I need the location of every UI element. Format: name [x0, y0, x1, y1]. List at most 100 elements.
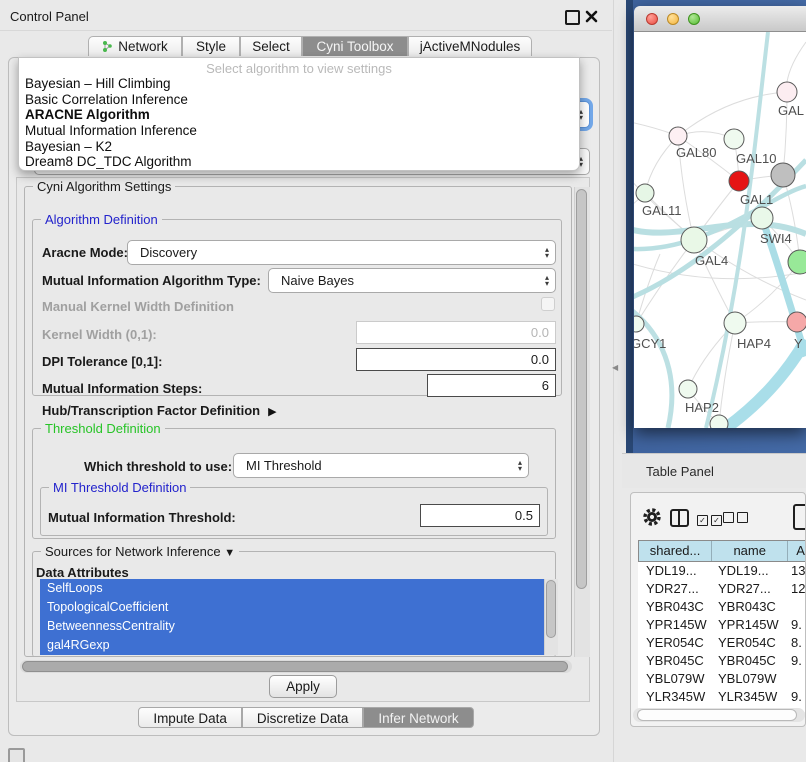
column-header-partial[interactable]: A — [788, 541, 806, 561]
node-bottom[interactable] — [710, 415, 728, 428]
settings-vertical-scrollbar[interactable] — [574, 187, 590, 657]
tab-infer-network[interactable]: Infer Network — [363, 707, 473, 728]
combo-arrows-icon: ▴▾ — [545, 275, 549, 287]
column-header-shared-name[interactable]: shared... — [639, 541, 712, 561]
table-row[interactable]: YPR145WYPR145W9. — [638, 616, 806, 634]
table-panel-title: Table Panel — [646, 464, 714, 479]
list-scrollbar[interactable] — [544, 579, 558, 655]
node-HAP2[interactable] — [679, 380, 697, 398]
tab-impute-data[interactable]: Impute Data — [138, 707, 242, 728]
node-SWI4[interactable] — [751, 207, 773, 229]
table-row[interactable]: YBR045CYBR045C9. — [638, 652, 806, 670]
settings-horizontal-scrollbar[interactable] — [20, 660, 572, 673]
settings-gear-icon[interactable] — [642, 507, 662, 530]
group-title: Algorithm Definition — [41, 212, 162, 227]
algorithm-option-selected[interactable]: ARACNE Algorithm — [23, 107, 575, 122]
panel-divider — [613, 0, 614, 762]
float-window-icon[interactable] — [565, 10, 580, 25]
kernel-width-field[interactable]: 0.0 — [356, 321, 556, 344]
attribute-item[interactable]: BetweennessCentrality — [40, 617, 544, 636]
close-traffic-light-icon[interactable] — [646, 13, 658, 25]
table-horizontal-scrollbar[interactable] — [633, 708, 805, 722]
algorithm-option[interactable]: Bayesian – K2 — [23, 139, 575, 154]
node-gray[interactable] — [771, 163, 795, 187]
table-row[interactable]: YBR043CYBR043C — [638, 598, 806, 616]
columns-icon[interactable] — [670, 509, 689, 527]
cyni-bottom-tabs: Impute Data Discretize Data Infer Networ… — [0, 707, 612, 730]
attribute-item[interactable]: SelfLoops — [40, 579, 544, 598]
mi-threshold-label: Mutual Information Threshold: — [48, 510, 236, 525]
attribute-item[interactable]: TopologicalCoefficient — [40, 598, 544, 617]
attribute-item[interactable]: gal4RGexp — [40, 636, 544, 655]
node-Y[interactable] — [787, 312, 806, 332]
tab-cyni-toolbox[interactable]: Cyni Toolbox — [302, 36, 408, 56]
zoom-traffic-light-icon[interactable] — [688, 13, 700, 25]
group-title: Threshold Definition — [41, 421, 165, 436]
data-attributes-label: Data Attributes — [36, 565, 129, 580]
apply-button[interactable]: Apply — [269, 675, 337, 698]
table-row[interactable]: YBL079WYBL079W — [638, 670, 806, 688]
kernel-width-label: Kernel Width (0,1): — [42, 327, 157, 342]
node-green[interactable] — [788, 250, 806, 274]
table-row[interactable]: YDL19...YDL19...13 — [638, 562, 806, 580]
network-window-titlebar[interactable] — [634, 6, 806, 32]
table-row[interactable]: YLR345WYLR345W9. — [638, 688, 806, 706]
algorithm-option[interactable]: Mutual Information Inference — [23, 123, 575, 138]
dpi-tolerance-label: DPI Tolerance [0,1]: — [42, 354, 162, 369]
table-row[interactable]: YER054CYER054C8. — [638, 634, 806, 652]
select-all-checkboxes-icon[interactable]: ✓✓ — [697, 511, 725, 526]
node-GAL11[interactable] — [636, 184, 654, 202]
table-document-icon[interactable] — [793, 504, 806, 530]
svg-text:GAL10: GAL10 — [736, 151, 776, 166]
mi-type-combo[interactable]: Naive Bayes ▴▾ — [268, 268, 556, 293]
control-panel-tabs: Network Style Select Cyni Toolbox jActiv… — [0, 36, 612, 58]
svg-text:GCY1: GCY1 — [634, 336, 666, 351]
node-GAL80[interactable] — [669, 127, 687, 145]
column-header-name[interactable]: name — [712, 541, 788, 561]
svg-text:GAL11: GAL11 — [642, 203, 682, 218]
group-title: Cyni Algorithm Settings — [33, 179, 175, 194]
node-HAP4[interactable] — [724, 312, 746, 334]
svg-text:GAL80: GAL80 — [676, 145, 716, 160]
which-threshold-combo[interactable]: MI Threshold ▴▾ — [233, 453, 529, 478]
deselect-all-checkboxes-icon[interactable] — [723, 511, 751, 526]
node-GAL10[interactable] — [724, 129, 744, 149]
data-attributes-list: SelfLoops TopologicalCoefficient Between… — [40, 579, 544, 655]
table-row[interactable]: YDR27...YDR27...12 — [638, 580, 806, 598]
minimize-traffic-light-icon[interactable] — [667, 13, 679, 25]
node-GAL1[interactable] — [729, 171, 749, 191]
mi-threshold-field[interactable]: 0.5 — [420, 504, 540, 527]
algorithm-option[interactable]: Basic Correlation Inference — [23, 92, 575, 107]
table-panel-header: Table Panel — [622, 453, 806, 488]
dpi-tolerance-field[interactable]: 0.0 — [356, 348, 556, 371]
which-threshold-label: Which threshold to use: — [84, 459, 232, 474]
tab-style[interactable]: Style — [182, 36, 240, 56]
aracne-mode-combo[interactable]: Discovery ▴▾ — [127, 240, 556, 265]
tab-jactivemnodules[interactable]: jActiveMNodules — [408, 36, 532, 56]
combo-arrows-icon: ▴▾ — [545, 247, 549, 259]
collapse-down-icon[interactable]: ▼ — [224, 547, 235, 559]
svg-text:HAP4: HAP4 — [737, 336, 771, 351]
network-window: GAL80 GAL10 GAL1 GAL11 SWI4 GAL4 GAL GCY… — [634, 6, 806, 428]
tab-select[interactable]: Select — [240, 36, 302, 56]
svg-text:SWI4: SWI4 — [760, 231, 792, 246]
network-canvas[interactable]: GAL80 GAL10 GAL1 GAL11 SWI4 GAL4 GAL GCY… — [634, 32, 806, 428]
divider-collapse-icon[interactable]: ◀ — [612, 363, 618, 372]
node-GAL-top[interactable] — [777, 82, 797, 102]
algorithm-option[interactable]: Bayesian – Hill Climbing — [23, 76, 575, 91]
svg-text:GAL4: GAL4 — [695, 253, 728, 268]
manual-kernel-checkbox[interactable] — [541, 297, 555, 311]
mi-steps-label: Mutual Information Steps: — [42, 381, 202, 396]
table-panel-window: ✓✓ shared... name A YDL19...YDL19...13 Y… — [630, 492, 806, 727]
algorithm-option[interactable]: Dream8 DC_TDC Algorithm — [23, 154, 575, 169]
tab-discretize-data[interactable]: Discretize Data — [242, 707, 364, 728]
aracne-mode-label: Aracne Mode: — [42, 245, 128, 260]
close-icon[interactable] — [585, 10, 598, 23]
hub-definition-expander[interactable]: Hub/Transcription Factor Definition▶ — [42, 403, 277, 418]
combo-arrows-icon: ▴▾ — [518, 460, 522, 472]
minimized-panel-icon[interactable] — [8, 748, 25, 762]
mi-steps-field[interactable]: 6 — [427, 374, 556, 397]
tab-network[interactable]: Network — [88, 36, 182, 56]
node-GAL4[interactable] — [681, 227, 707, 253]
network-icon — [102, 39, 113, 59]
